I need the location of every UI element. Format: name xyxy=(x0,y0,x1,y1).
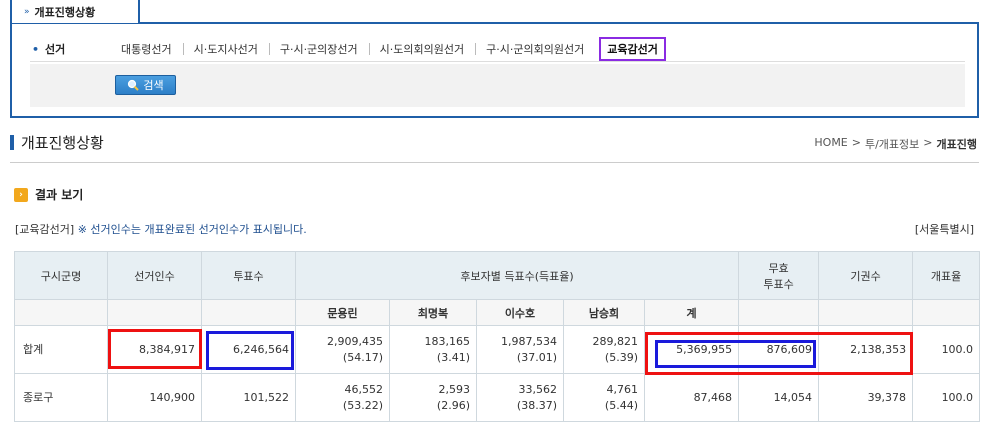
candidate-name: 이수호 xyxy=(476,299,564,326)
cell-votes: 6,246,564 xyxy=(201,325,296,374)
election-link-local-council[interactable]: 구·시·군의회의원선거 xyxy=(475,41,595,57)
cell-candidate: 289,821 (5.39) xyxy=(563,325,645,374)
section-heading: › 결과 보기 xyxy=(14,186,83,203)
notice-message: ※ 선거인수는 개표완료된 선거인수가 표시됩니다. xyxy=(77,223,307,236)
breadcrumb: HOME > 투/개표정보 > 개표진행 xyxy=(814,136,977,152)
search-button[interactable]: 검색 xyxy=(115,75,176,95)
table-row: 종로구 140,900 101,522 46,552 (53.22) 2,593(… xyxy=(14,373,981,422)
section-title: 결과 보기 xyxy=(35,188,84,202)
breadcrumb-level1[interactable]: 투/개표정보 xyxy=(865,136,919,152)
top-tab-label: 개표진행상황 xyxy=(34,5,96,19)
cell-candidate: 46,552 (53.22) xyxy=(295,373,390,422)
cell-invalid: 14,054 xyxy=(738,373,820,422)
cell-abstain: 39,378 xyxy=(818,373,914,422)
cell-rate: 100.0 xyxy=(912,373,981,422)
bullet-icon: • xyxy=(32,42,40,56)
subheader-empty xyxy=(738,299,820,326)
cell-candidate: 4,761 (5.44) xyxy=(563,373,645,422)
table-row: 합계 8,384,917 6,246,564 2,909,435 (54.17) … xyxy=(14,325,981,374)
subheader-empty xyxy=(14,299,108,326)
col-header-abstain: 기권수 xyxy=(818,251,914,300)
subheader-empty xyxy=(201,299,296,326)
election-link-mayor[interactable]: 구·시·군의장선거 xyxy=(268,41,369,57)
breadcrumb-separator: > xyxy=(923,136,933,149)
cell-candidate: 2,909,435 (54.17) xyxy=(295,325,390,374)
search-panel: • 선거 대통령선거 시·도지사선거 구·시·군의장선거 시·도의회의원선거 구·… xyxy=(10,22,979,118)
region-label: [서울특별시] xyxy=(914,223,974,236)
cell-total: 87,468 xyxy=(643,373,740,422)
cell-electors: 140,900 xyxy=(107,373,202,422)
col-header-count-rate: 개표율 xyxy=(912,251,981,300)
page-title: 개표진행상황 xyxy=(21,134,104,152)
col-header-district: 구시군명 xyxy=(14,251,108,300)
col-header-votes: 투표수 xyxy=(201,251,296,300)
cell-candidate: 1,987,534 (37.01) xyxy=(476,325,564,374)
notice-text: [교육감선거] ※ 선거인수는 개표완료된 선거인수가 표시됩니다. xyxy=(15,221,307,237)
results-table: 구시군명 선거인수 투표수 후보자별 득표수(득표율) 무효 투표수 기권수 개표… xyxy=(14,251,981,422)
cell-abstain: 2,138,353 xyxy=(818,325,914,374)
cell-candidate: 183,165 (3.41) xyxy=(389,325,477,374)
cell-district: 합계 xyxy=(14,325,108,374)
search-button-label: 검색 xyxy=(143,79,164,92)
election-link-president[interactable]: 대통령선거 xyxy=(110,41,183,57)
candidate-total-header: 계 xyxy=(643,299,740,326)
candidate-name: 남승희 xyxy=(563,299,645,326)
cell-rate: 100.0 xyxy=(912,325,981,374)
col-header-invalid: 무효 투표수 xyxy=(738,251,820,300)
election-link-superintendent[interactable]: 교육감선거 xyxy=(599,36,666,61)
col-header-candidate-votes: 후보자별 득표수(득표율) xyxy=(294,251,740,300)
breadcrumb-current: 개표진행 xyxy=(936,138,977,151)
election-label: • 선거 xyxy=(32,42,66,56)
election-link-provincial-council[interactable]: 시·도의회의원선거 xyxy=(368,41,475,57)
subheader-empty xyxy=(107,299,202,326)
cell-electors: 8,384,917 xyxy=(107,325,202,374)
election-link-governor[interactable]: 시·도지사선거 xyxy=(182,41,269,57)
cell-total: 5,369,955 xyxy=(643,325,740,374)
arrow-right-icon: › xyxy=(14,187,28,202)
top-tab[interactable]: » 개표진행상황 xyxy=(10,0,140,23)
candidate-name: 문용린 xyxy=(295,299,390,326)
cell-district: 종로구 xyxy=(14,373,108,422)
cell-invalid: 876,609 xyxy=(738,325,820,374)
cell-candidate: 2,593 (2.96) xyxy=(389,373,477,422)
title-marker xyxy=(10,135,14,150)
election-type-row: • 선거 대통령선거 시·도지사선거 구·시·군의장선거 시·도의회의원선거 구·… xyxy=(30,36,965,62)
candidate-name: 최명복 xyxy=(389,299,477,326)
breadcrumb-home[interactable]: HOME xyxy=(814,136,847,152)
subheader-empty xyxy=(818,299,914,326)
notice-tag: [교육감선거] xyxy=(15,223,75,236)
col-header-electors: 선거인수 xyxy=(107,251,202,300)
page-title-bar: 개표진행상황 HOME > 투/개표정보 > 개표진행 xyxy=(10,131,979,163)
cell-candidate: 33,562 (38.37) xyxy=(476,373,564,422)
cell-votes: 101,522 xyxy=(201,373,296,422)
breadcrumb-separator: > xyxy=(851,136,861,149)
chevron-icon: » xyxy=(24,6,30,17)
search-icon xyxy=(128,79,140,91)
subheader-empty xyxy=(912,299,981,326)
